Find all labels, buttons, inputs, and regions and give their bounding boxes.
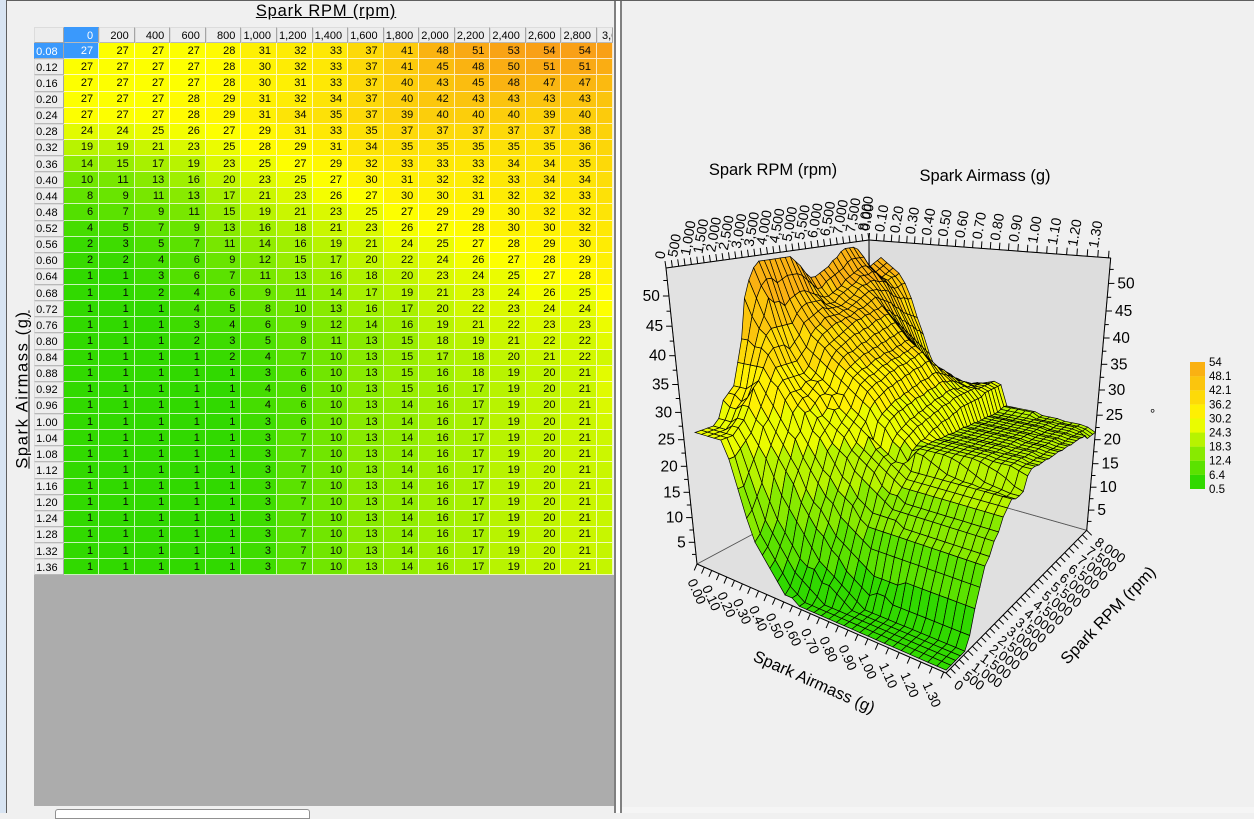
svg-text:24.3: 24.3 [1209,428,1231,440]
svg-text:40: 40 [649,348,667,365]
svg-text:20: 20 [1104,432,1122,449]
svg-text:30.2: 30.2 [1209,413,1231,425]
svg-text:40: 40 [1113,330,1131,347]
svg-text:42.1: 42.1 [1209,385,1231,397]
svg-text:1.30: 1.30 [920,680,944,710]
svg-text:45: 45 [646,318,663,335]
svg-text:1.20: 1.20 [1064,218,1085,248]
svg-text:0.80: 0.80 [987,212,1008,242]
svg-text:20: 20 [661,458,679,475]
svg-text:30: 30 [1108,382,1126,399]
svg-text:50: 50 [643,288,661,305]
svg-text:35: 35 [1110,356,1127,373]
svg-text:10: 10 [666,510,684,527]
svg-text:18.3: 18.3 [1209,442,1231,454]
svg-text:5: 5 [1097,502,1106,519]
svg-text:15: 15 [1102,456,1119,473]
svg-text:6.4: 6.4 [1209,470,1226,482]
svg-text:1.20: 1.20 [897,670,921,700]
svg-text:45: 45 [1115,303,1132,320]
svg-text:0.90: 0.90 [1005,213,1026,243]
svg-text:25: 25 [1106,407,1123,424]
svg-text:10: 10 [1100,479,1118,496]
svg-text:0.70: 0.70 [969,211,990,241]
svg-text:1.30: 1.30 [1085,219,1106,249]
svg-text:30: 30 [655,404,673,421]
svg-text:1.10: 1.10 [1044,216,1065,246]
svg-text:°: ° [1150,406,1155,421]
svg-text:36.2: 36.2 [1209,399,1231,411]
svg-text:Spark Airmass (g): Spark Airmass (g) [919,167,1050,185]
svg-text:35: 35 [652,377,669,394]
svg-text:25: 25 [658,432,675,449]
svg-text:48.1: 48.1 [1209,371,1231,383]
svg-text:1.10: 1.10 [876,660,900,690]
svg-text:54: 54 [1209,357,1222,369]
svg-text:50: 50 [1117,275,1135,292]
svg-text:12.4: 12.4 [1209,456,1232,468]
svg-text:5: 5 [677,534,686,551]
svg-text:Spark RPM (rpm): Spark RPM (rpm) [709,161,837,179]
svg-text:0.5: 0.5 [1209,484,1225,496]
svg-text:1.00: 1.00 [1024,215,1045,245]
svg-text:15: 15 [663,484,680,501]
